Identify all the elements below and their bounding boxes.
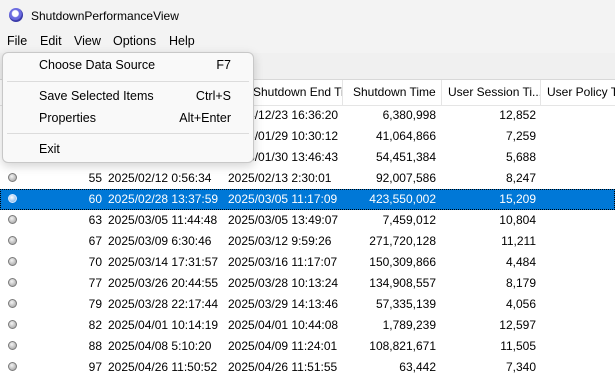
cell-id: 88 xyxy=(88,339,102,353)
table-row[interactable]: 70 2025/03/14 17:31:57 2025/03/16 11:17:07… xyxy=(0,252,615,273)
cell-shutdown-time: 41,064,866 xyxy=(375,129,436,143)
cell-shutdown-time: 92,007,586 xyxy=(375,171,436,185)
table-row[interactable]: 67 2025/03/09 6:30:46 2025/03/12 9:59:26 27… xyxy=(0,231,615,252)
cell-shutdown-time: 6,380,998 xyxy=(382,108,436,122)
row-status-icon xyxy=(8,173,17,182)
menu-item-exit[interactable]: Exit xyxy=(3,138,253,160)
cell-shutdown-time: 7,459,012 xyxy=(382,213,436,227)
cell-id: 67 xyxy=(88,234,102,248)
cell-shutdown-time: 63,442 xyxy=(399,360,436,374)
cell-shutdown-time: 150,309,866 xyxy=(369,255,436,269)
table-row[interactable]: 60 2025/02/28 13:37:59 2025/03/05 11:17:09… xyxy=(0,189,615,210)
cell-id: 63 xyxy=(88,213,102,227)
cell-user-session-time: 15,209 xyxy=(499,192,536,206)
app-icon xyxy=(9,8,23,22)
table-row[interactable]: 82 2025/04/01 10:14:19 2025/04/01 10:44:08… xyxy=(0,315,615,336)
cell-shutdown-start-time: 2025/02/28 13:37:59 xyxy=(108,192,219,206)
table-row[interactable]: 77 2025/03/26 20:44:55 2025/03/28 10:13:24… xyxy=(0,273,615,294)
table-row[interactable]: 97 2025/04/26 11:50:52 2025/04/26 11:51:55… xyxy=(0,357,615,378)
cell-shutdown-start-time: 2025/04/01 10:14:19 xyxy=(108,318,219,332)
column-header-shutdown-time[interactable]: Shutdown Time xyxy=(343,80,442,105)
cell-shutdown-start-time: 2025/03/09 6:30:46 xyxy=(108,234,212,248)
column-header-user-session-time[interactable]: User Session Ti... xyxy=(442,80,541,105)
menu-separator xyxy=(7,133,249,134)
column-header-user-policy-time[interactable]: User Policy T xyxy=(541,80,615,105)
cell-shutdown-end-time: 2025/03/12 9:59:26 xyxy=(228,234,332,248)
cell-shutdown-end-time: 2025/03/29 14:13:46 xyxy=(228,297,339,311)
cell-user-session-time: 8,179 xyxy=(505,276,536,290)
menu-bar: File Edit View Options Help xyxy=(0,31,615,53)
menu-help[interactable]: Help xyxy=(169,34,195,48)
row-status-icon xyxy=(8,257,17,266)
cell-user-session-time: 10,804 xyxy=(499,213,536,227)
cell-user-session-time: 5,688 xyxy=(505,150,536,164)
menu-item-properties[interactable]: Properties Alt+Enter xyxy=(3,107,253,129)
menu-options[interactable]: Options xyxy=(113,34,156,48)
cell-shutdown-start-time: 2025/03/14 17:31:57 xyxy=(108,255,219,269)
cell-shutdown-end-time: 2025/02/13 2:30:01 xyxy=(228,171,332,185)
title-bar: ShutdownPerformanceView xyxy=(0,0,615,31)
table-row[interactable]: 55 2025/02/12 0:56:34 2025/02/13 2:30:01 92… xyxy=(0,168,615,189)
window-title: ShutdownPerformanceView xyxy=(31,9,179,23)
cell-user-session-time: 7,340 xyxy=(505,360,536,374)
cell-shutdown-time: 271,720,128 xyxy=(369,234,436,248)
column-header-shutdown-end-time[interactable]: Shutdown End Time xyxy=(247,80,343,105)
cell-shutdown-end-time: 2025/04/26 11:51:55 xyxy=(228,360,338,374)
cell-user-session-time: 7,259 xyxy=(505,129,536,143)
row-status-icon xyxy=(8,278,17,287)
cell-id: 79 xyxy=(88,297,102,311)
cell-shutdown-time: 134,908,557 xyxy=(369,276,436,290)
cell-shutdown-time: 423,550,002 xyxy=(369,192,436,206)
cell-shutdown-end-time: 2025/03/28 10:13:24 xyxy=(228,276,339,290)
cell-shutdown-start-time: 2025/02/12 0:56:34 xyxy=(108,171,212,185)
cell-user-session-time: 8,247 xyxy=(505,171,536,185)
cell-shutdown-time: 54,451,384 xyxy=(375,150,436,164)
table-row[interactable]: 79 2025/03/28 22:17:44 2025/03/29 14:13:46… xyxy=(0,294,615,315)
cell-shutdown-end-time: 2025/04/01 10:44:08 xyxy=(228,318,339,332)
row-status-icon xyxy=(8,320,17,329)
cell-shutdown-start-time: 2025/04/26 11:50:52 xyxy=(108,360,218,374)
menu-view[interactable]: View xyxy=(74,34,101,48)
row-status-icon xyxy=(8,299,17,308)
cell-shutdown-end-time: 2025/04/09 11:24:01 xyxy=(228,339,338,353)
cell-shutdown-time: 1,789,239 xyxy=(382,318,436,332)
cell-shutdown-end-time: 2025/03/05 11:17:09 xyxy=(228,192,338,206)
cell-shutdown-start-time: 2025/04/08 5:10:20 xyxy=(108,339,212,353)
table-row[interactable]: 88 2025/04/08 5:10:20 2025/04/09 11:24:01 1… xyxy=(0,336,615,357)
menu-file[interactable]: File xyxy=(7,34,27,48)
cell-id: 82 xyxy=(88,318,102,332)
cell-shutdown-start-time: 2025/03/05 11:44:48 xyxy=(108,213,218,227)
menu-edit[interactable]: Edit xyxy=(40,34,62,48)
cell-id: 97 xyxy=(88,360,102,374)
row-status-icon xyxy=(8,215,17,224)
cell-shutdown-end-time: 2025/03/05 13:49:07 xyxy=(228,213,339,227)
table-row[interactable]: 63 2025/03/05 11:44:48 2025/03/05 13:49:07… xyxy=(0,210,615,231)
cell-shutdown-time: 57,335,139 xyxy=(375,297,436,311)
cell-user-session-time: 4,484 xyxy=(505,255,536,269)
menu-separator xyxy=(7,81,249,82)
row-status-icon xyxy=(8,194,17,203)
cell-user-session-time: 12,852 xyxy=(499,108,536,122)
cell-shutdown-start-time: 2025/03/26 20:44:55 xyxy=(108,276,219,290)
cell-id: 55 xyxy=(88,171,102,185)
cell-id: 70 xyxy=(88,255,102,269)
row-status-icon xyxy=(8,236,17,245)
cell-shutdown-time: 108,821,671 xyxy=(369,339,436,353)
cell-user-session-time: 4,056 xyxy=(505,297,536,311)
cell-id: 60 xyxy=(88,192,102,206)
cell-user-session-time: 11,211 xyxy=(501,234,536,248)
cell-shutdown-end-time: 2025/03/16 11:17:07 xyxy=(228,255,338,269)
file-menu-dropdown: Choose Data Source F7 Save Selected Item… xyxy=(2,52,254,163)
menu-item-choose-data-source[interactable]: Choose Data Source F7 xyxy=(3,54,253,76)
cell-id: 77 xyxy=(88,276,102,290)
row-status-icon xyxy=(8,362,17,371)
cell-user-session-time: 11,505 xyxy=(500,339,536,353)
cell-shutdown-start-time: 2025/03/28 22:17:44 xyxy=(108,297,219,311)
menu-item-save-selected-items[interactable]: Save Selected Items Ctrl+S xyxy=(3,85,253,107)
cell-user-session-time: 12,597 xyxy=(499,318,536,332)
